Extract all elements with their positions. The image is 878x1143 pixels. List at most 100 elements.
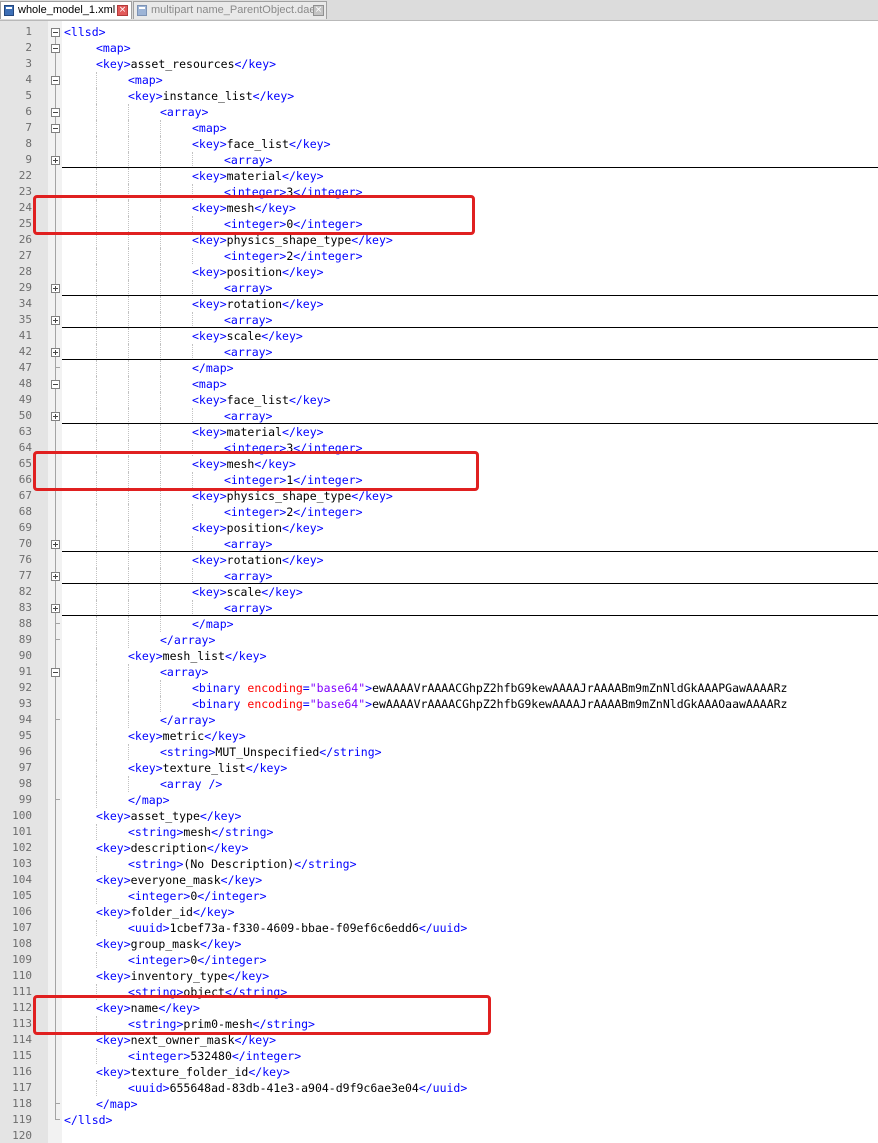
- fold-expand-icon[interactable]: [48, 408, 62, 424]
- code-line[interactable]: 112 <key>name</key>: [0, 1000, 878, 1016]
- code-line[interactable]: 110 <key>inventory_type</key>: [0, 968, 878, 984]
- code-editor[interactable]: 1 <llsd> 2 <map> 3 <key>asset_resources</key>…: [0, 21, 878, 1143]
- code-line[interactable]: 99 </map>: [0, 792, 878, 808]
- fold-collapse-icon[interactable]: [48, 120, 62, 136]
- code-line[interactable]: 104 <key>everyone_mask</key>: [0, 872, 878, 888]
- line-number: 76: [18, 553, 32, 566]
- code-line[interactable]: 68 <integer>2</integer>: [0, 504, 878, 520]
- code-line[interactable]: 76 <key>rotation</key>: [0, 552, 878, 568]
- fold-line: [48, 440, 62, 456]
- code-text: <string>MUT_Unspecified</string>: [160, 745, 382, 759]
- code-line[interactable]: 117 <uuid>655648ad-83db-41e3-a904-d9f9c6a…: [0, 1080, 878, 1096]
- code-line[interactable]: 27 <integer>2</integer>: [0, 248, 878, 264]
- code-line[interactable]: 109 <integer>0</integer>: [0, 952, 878, 968]
- fold-line: [48, 728, 62, 744]
- code-line[interactable]: 29 <array>: [0, 280, 878, 296]
- line-number: 67: [18, 489, 32, 502]
- code-line[interactable]: 102 <key>description</key>: [0, 840, 878, 856]
- code-line[interactable]: 83 <array>: [0, 600, 878, 616]
- code-line[interactable]: 6 <array>: [0, 104, 878, 120]
- fold-expand-icon[interactable]: [48, 536, 62, 552]
- close-icon[interactable]: ×: [117, 5, 128, 16]
- code-line[interactable]: 90 <key>mesh_list</key>: [0, 648, 878, 664]
- code-text: <key>face_list</key>: [192, 137, 331, 151]
- code-line[interactable]: 103 <string>(No Description)</string>: [0, 856, 878, 872]
- code-line[interactable]: 66 <integer>1</integer>: [0, 472, 878, 488]
- code-line[interactable]: 28 <key>position</key>: [0, 264, 878, 280]
- fold-collapse-icon[interactable]: [48, 664, 62, 680]
- tab-bar: whole_model_1.xml × multipart name_Paren…: [0, 0, 878, 21]
- code-line[interactable]: 89 </array>: [0, 632, 878, 648]
- code-line[interactable]: 64 <integer>3</integer>: [0, 440, 878, 456]
- code-line[interactable]: 114 <key>next_owner_mask</key>: [0, 1032, 878, 1048]
- code-line[interactable]: 118 </map>: [0, 1096, 878, 1112]
- code-line[interactable]: 25 <integer>0</integer>: [0, 216, 878, 232]
- line-number: 102: [12, 841, 32, 854]
- code-line[interactable]: 9 <array>: [0, 152, 878, 168]
- code-line[interactable]: 106 <key>folder_id</key>: [0, 904, 878, 920]
- code-line[interactable]: 67 <key>physics_shape_type</key>: [0, 488, 878, 504]
- code-line[interactable]: 22 <key>material</key>: [0, 168, 878, 184]
- fold-collapse-icon[interactable]: [48, 72, 62, 88]
- code-line[interactable]: 69 <key>position</key>: [0, 520, 878, 536]
- code-line[interactable]: 98 <array />: [0, 776, 878, 792]
- code-text: <array>: [224, 409, 273, 423]
- code-line[interactable]: 111 <string>object</string>: [0, 984, 878, 1000]
- code-line[interactable]: 42 <array>: [0, 344, 878, 360]
- code-line[interactable]: 82 <key>scale</key>: [0, 584, 878, 600]
- code-line[interactable]: 63 <key>material</key>: [0, 424, 878, 440]
- fold-collapse-icon[interactable]: [48, 376, 62, 392]
- code-line[interactable]: 4 <map>: [0, 72, 878, 88]
- code-line[interactable]: 23 <integer>3</integer>: [0, 184, 878, 200]
- code-line[interactable]: 107 <uuid>1cbef73a-f330-4609-bbae-f09ef6c…: [0, 920, 878, 936]
- code-line[interactable]: 97 <key>texture_list</key>: [0, 760, 878, 776]
- code-line[interactable]: 26 <key>physics_shape_type</key>: [0, 232, 878, 248]
- code-line[interactable]: 77 <array>: [0, 568, 878, 584]
- code-line[interactable]: 120: [0, 1128, 878, 1143]
- code-line[interactable]: 34 <key>rotation</key>: [0, 296, 878, 312]
- code-line[interactable]: 88 </map>: [0, 616, 878, 632]
- close-icon[interactable]: ×: [313, 5, 324, 16]
- code-line[interactable]: 108 <key>group_mask</key>: [0, 936, 878, 952]
- code-line[interactable]: 65 <key>mesh</key>: [0, 456, 878, 472]
- code-line[interactable]: 47 </map>: [0, 360, 878, 376]
- code-line[interactable]: 2 <map>: [0, 40, 878, 56]
- code-line[interactable]: 113 <string>prim0-mesh</string>: [0, 1016, 878, 1032]
- code-line[interactable]: 119 </llsd>: [0, 1112, 878, 1128]
- fold-expand-icon[interactable]: [48, 312, 62, 328]
- fold-expand-icon[interactable]: [48, 344, 62, 360]
- code-line[interactable]: 95 <key>metric</key>: [0, 728, 878, 744]
- code-line[interactable]: 100 <key>asset_type</key>: [0, 808, 878, 824]
- code-line[interactable]: 35 <array>: [0, 312, 878, 328]
- code-line[interactable]: 5 <key>instance_list</key>: [0, 88, 878, 104]
- fold-collapse-icon[interactable]: [48, 40, 62, 56]
- code-line[interactable]: 70 <array>: [0, 536, 878, 552]
- code-line[interactable]: 1 <llsd>: [0, 24, 878, 40]
- code-line[interactable]: 24 <key>mesh</key>: [0, 200, 878, 216]
- fold-collapse-icon[interactable]: [48, 24, 62, 40]
- code-line[interactable]: 93 <binary encoding="base64">ewAAAAVrAAAA…: [0, 696, 878, 712]
- fold-expand-icon[interactable]: [48, 280, 62, 296]
- code-line[interactable]: 41 <key>scale</key>: [0, 328, 878, 344]
- tab-whole-model-xml[interactable]: whole_model_1.xml ×: [0, 1, 132, 19]
- line-number: 35: [18, 313, 32, 326]
- fold-collapse-icon[interactable]: [48, 104, 62, 120]
- tab-multipart-dae[interactable]: multipart name_ParentObject.dae ×: [133, 1, 327, 19]
- code-line[interactable]: 48 <map>: [0, 376, 878, 392]
- fold-expand-icon[interactable]: [48, 568, 62, 584]
- code-line[interactable]: 116 <key>texture_folder_id</key>: [0, 1064, 878, 1080]
- code-line[interactable]: 101 <string>mesh</string>: [0, 824, 878, 840]
- code-line[interactable]: 8 <key>face_list</key>: [0, 136, 878, 152]
- code-line[interactable]: 7 <map>: [0, 120, 878, 136]
- code-line[interactable]: 96 <string>MUT_Unspecified</string>: [0, 744, 878, 760]
- code-line[interactable]: 94 </array>: [0, 712, 878, 728]
- code-line[interactable]: 3 <key>asset_resources</key>: [0, 56, 878, 72]
- fold-expand-icon[interactable]: [48, 152, 62, 168]
- fold-expand-icon[interactable]: [48, 600, 62, 616]
- code-line[interactable]: 49 <key>face_list</key>: [0, 392, 878, 408]
- code-line[interactable]: 92 <binary encoding="base64">ewAAAAVrAAAA…: [0, 680, 878, 696]
- code-line[interactable]: 115 <integer>532480</integer>: [0, 1048, 878, 1064]
- code-line[interactable]: 91 <array>: [0, 664, 878, 680]
- code-line[interactable]: 105 <integer>0</integer>: [0, 888, 878, 904]
- code-line[interactable]: 50 <array>: [0, 408, 878, 424]
